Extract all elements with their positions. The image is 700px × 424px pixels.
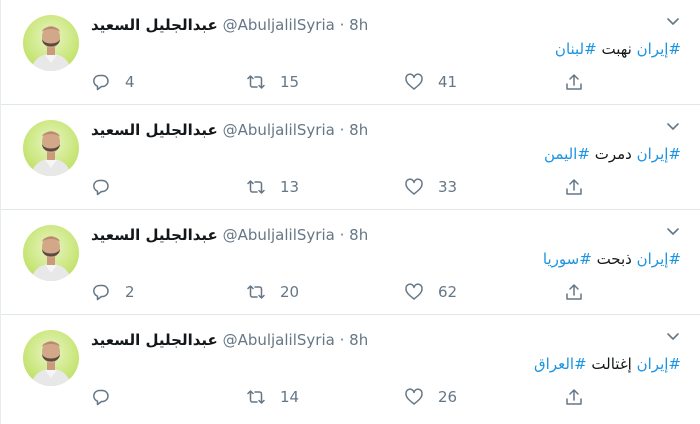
like-count: 62 xyxy=(438,283,458,301)
retweet-button[interactable]: 14 xyxy=(246,385,299,409)
display-name[interactable]: عبدالجليل السعيد xyxy=(91,331,218,349)
avatar[interactable] xyxy=(23,15,79,71)
chevron-down-icon[interactable] xyxy=(665,14,681,30)
like-button[interactable]: 26 xyxy=(404,385,457,409)
reply-button[interactable] xyxy=(91,175,125,199)
reply-icon xyxy=(93,284,109,301)
like-button[interactable]: 41 xyxy=(404,70,457,94)
separator-dot: · xyxy=(339,226,345,244)
share-icon xyxy=(566,284,582,300)
user-handle[interactable]: @AbuljalilSyria xyxy=(223,331,335,349)
like-count: 33 xyxy=(438,178,458,196)
avatar[interactable] xyxy=(23,225,79,281)
heart-icon xyxy=(405,283,423,300)
user-handle[interactable]: @AbuljalilSyria xyxy=(223,121,335,139)
retweet-button[interactable]: 15 xyxy=(246,70,299,94)
hashtag-link[interactable]: #لبنان xyxy=(555,40,597,58)
separator-dot: · xyxy=(339,16,345,34)
share-button[interactable] xyxy=(564,385,584,409)
tweet[interactable]: عبدالجليل السعيد @AbuljalilSyria · 8h #إ… xyxy=(1,315,700,424)
heart-icon xyxy=(405,73,423,90)
hashtag-link[interactable]: #إيران xyxy=(637,250,681,268)
heart-icon xyxy=(405,388,423,405)
like-button[interactable]: 33 xyxy=(404,175,457,199)
tweet[interactable]: عبدالجليل السعيد @AbuljalilSyria · 8h #إ… xyxy=(1,105,700,210)
retweet-count: 13 xyxy=(280,178,300,196)
tweet-actions: 4 15 41 xyxy=(91,70,611,94)
retweet-count: 20 xyxy=(280,283,300,301)
avatar[interactable] xyxy=(23,330,79,386)
user-handle[interactable]: @AbuljalilSyria xyxy=(223,16,335,34)
hashtag-link[interactable]: #إيران xyxy=(637,40,681,58)
retweet-icon xyxy=(247,285,265,299)
chevron-down-icon[interactable] xyxy=(665,329,681,345)
tweet-text: #إيران دمرت #اليمن xyxy=(544,143,681,165)
hashtag-link[interactable]: #العراق xyxy=(534,355,587,373)
separator-dot: · xyxy=(339,331,345,349)
reply-icon xyxy=(93,389,109,406)
retweet-icon xyxy=(247,75,265,89)
display-name[interactable]: عبدالجليل السعيد xyxy=(91,121,218,139)
reply-button[interactable]: 2 xyxy=(91,280,135,304)
reply-count: 2 xyxy=(125,283,135,301)
tweet-header: عبدالجليل السعيد @AbuljalilSyria · 8h xyxy=(91,225,368,245)
tweet-header: عبدالجليل السعيد @AbuljalilSyria · 8h xyxy=(91,330,368,350)
tweet-word: إغتالت xyxy=(591,355,632,373)
share-icon xyxy=(566,179,582,195)
retweet-count: 15 xyxy=(280,73,300,91)
retweet-icon xyxy=(247,390,265,404)
tweet-text: #إيران نهبت #لبنان xyxy=(555,38,681,60)
tweet-actions: 14 26 xyxy=(91,385,611,409)
share-button[interactable] xyxy=(564,175,584,199)
tweet[interactable]: عبدالجليل السعيد @AbuljalilSyria · 8h #إ… xyxy=(1,0,700,105)
hashtag-link[interactable]: #إيران xyxy=(637,355,681,373)
user-handle[interactable]: @AbuljalilSyria xyxy=(223,226,335,244)
hashtag-link[interactable]: #إيران xyxy=(637,145,681,163)
reply-button[interactable] xyxy=(91,385,125,409)
tweet[interactable]: عبدالجليل السعيد @AbuljalilSyria · 8h #إ… xyxy=(1,210,700,315)
heart-icon xyxy=(405,178,423,195)
timestamp[interactable]: 8h xyxy=(349,16,368,34)
hashtag-link[interactable]: #سوريا xyxy=(543,250,592,268)
retweet-icon xyxy=(247,180,265,194)
reply-icon xyxy=(93,179,109,196)
display-name[interactable]: عبدالجليل السعيد xyxy=(91,16,218,34)
chevron-down-icon[interactable] xyxy=(665,224,681,240)
hashtag-link[interactable]: #اليمن xyxy=(544,145,590,163)
timestamp[interactable]: 8h xyxy=(349,331,368,349)
timestamp[interactable]: 8h xyxy=(349,226,368,244)
like-count: 41 xyxy=(438,73,458,91)
retweet-button[interactable]: 13 xyxy=(246,175,299,199)
reply-button[interactable]: 4 xyxy=(91,70,135,94)
tweet-actions: 13 33 xyxy=(91,175,611,199)
like-count: 26 xyxy=(438,388,458,406)
timeline: عبدالجليل السعيد @AbuljalilSyria · 8h #إ… xyxy=(0,0,700,424)
display-name[interactable]: عبدالجليل السعيد xyxy=(91,226,218,244)
tweet-actions: 2 20 62 xyxy=(91,280,611,304)
tweet-header: عبدالجليل السعيد @AbuljalilSyria · 8h xyxy=(91,120,368,140)
tweet-text: #إيران إغتالت #العراق xyxy=(534,353,681,375)
tweet-word: نهبت xyxy=(601,40,632,58)
retweet-button[interactable]: 20 xyxy=(246,280,299,304)
tweet-text: #إيران ذبحت #سوريا xyxy=(543,248,681,270)
timestamp[interactable]: 8h xyxy=(349,121,368,139)
tweet-word: دمرت xyxy=(594,145,632,163)
share-button[interactable] xyxy=(564,70,584,94)
chevron-down-icon[interactable] xyxy=(665,119,681,135)
retweet-count: 14 xyxy=(280,388,300,406)
share-icon xyxy=(566,389,582,405)
share-button[interactable] xyxy=(564,280,584,304)
tweet-header: عبدالجليل السعيد @AbuljalilSyria · 8h xyxy=(91,15,368,35)
share-icon xyxy=(566,74,582,90)
like-button[interactable]: 62 xyxy=(404,280,457,304)
avatar[interactable] xyxy=(23,120,79,176)
reply-icon xyxy=(93,74,109,91)
tweet-word: ذبحت xyxy=(596,250,632,268)
separator-dot: · xyxy=(339,121,345,139)
reply-count: 4 xyxy=(125,73,135,91)
